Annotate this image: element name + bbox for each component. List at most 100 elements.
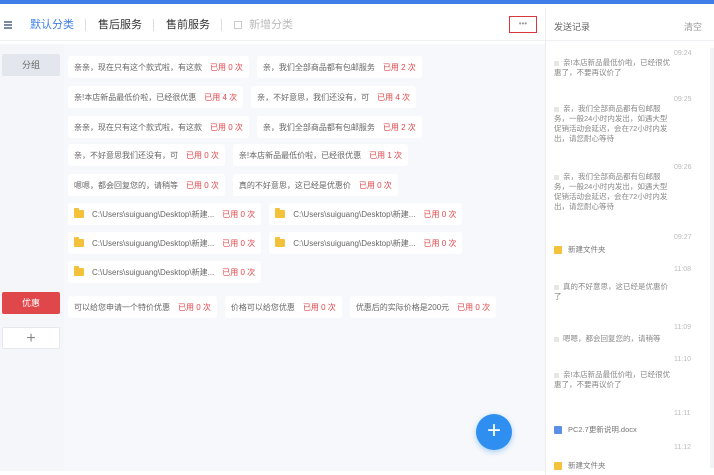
phrase-chip[interactable]: 价格可以给您优惠 已用 0 次 [224, 296, 342, 318]
tab-pre-sales[interactable]: 售前服务 [154, 15, 222, 35]
phrase-chip[interactable]: 嗯嗯，都会回复您的，请稍等 已用 0 次 [68, 174, 225, 196]
phrase-chip[interactable]: 优惠后的实际价格是200元 已用 0 次 [349, 296, 497, 318]
file-name: 新建文件夹 [568, 245, 606, 254]
folder-icon [74, 208, 84, 218]
phrase-text: 真的不好意思，这已经是优惠价 [238, 180, 351, 190]
phrase-text: 亲，我们全部商品都有包邮服务 [262, 62, 375, 72]
phrase-row: 亲，不好意思我们还没有，可 已用 0 次 亲!本店新品最低价啦，已经很优惠 已用 1… [68, 144, 409, 166]
history-message[interactable]: 亲!本店新品最低价啦，已经很优惠了，不要再议价了 [554, 58, 672, 78]
history-message[interactable]: 嗯嗯，都会回复您的，请稍等 [554, 334, 672, 344]
group-item-default[interactable]: 分组 [2, 54, 60, 76]
phrase-row: 亲亲，现在只有这个款式啦，有这款 已用 0 次 亲，我们全部商品都有包邮服务 已用 … [68, 56, 422, 78]
file-path: C:\Users\suiguang\Desktop\新建... [92, 238, 215, 248]
usage-count: 已用 0 次 [222, 209, 256, 219]
file-chip[interactable]: C:\Users\suiguang\Desktop\新建... 已用 0 次 [269, 203, 463, 225]
category-tabs: 默认分类 售后服务 售前服务 新增分类 [0, 12, 545, 38]
file-chip[interactable]: C:\Users\suiguang\Desktop\新建... 已用 0 次 [68, 232, 262, 254]
document-icon [554, 425, 562, 434]
phrase-chip[interactable]: 亲，我们全部商品都有包邮服务 已用 2 次 [256, 56, 422, 78]
clear-history-button[interactable]: 清空 [684, 20, 702, 33]
phrase-chip[interactable]: 可以给您申请一个特价优惠 已用 0 次 [68, 296, 217, 318]
more-options-button[interactable]: ••• [509, 16, 537, 33]
timestamp: 11:09 [674, 324, 691, 331]
file-row: C:\Users\suiguang\Desktop\新建... 已用 0 次 C:… [68, 232, 463, 254]
message-text: 嗯嗯，都会回复您的，请稍等 [563, 334, 661, 343]
tab-add-category[interactable]: 新增分类 [222, 15, 305, 35]
phrase-text: 可以给您申请一个特价优惠 [74, 302, 170, 312]
add-phrase-button[interactable]: + [476, 414, 512, 450]
history-message[interactable]: 亲，我们全部商品都有包邮服务，一般24小时内发出，如遇大型促销活动会延迟，会在7… [554, 104, 672, 144]
phrase-chip[interactable]: 亲，不好意思我们还没有，可 已用 0 次 [68, 144, 225, 166]
phrase-chip[interactable]: 亲，不好意思，我们还没有，可 已用 4 次 [251, 86, 417, 108]
file-path: C:\Users\suiguang\Desktop\新建... [293, 238, 416, 248]
phrase-chip[interactable]: 亲，我们全部商品都有包邮服务 已用 2 次 [256, 116, 422, 138]
usage-count: 已用 0 次 [302, 302, 336, 312]
folder-icon [74, 237, 84, 247]
history-message[interactable]: 亲!本店新品最低价啦，已经很优惠了，不要再议价了 [554, 370, 672, 390]
phrase-row: 亲亲，现在只有这个款式啦，有这款 已用 0 次 亲，我们全部商品都有包邮服务 已用 … [68, 116, 422, 138]
timestamp: 11:08 [674, 266, 691, 273]
message-icon [554, 336, 559, 342]
phrase-chip[interactable]: 真的不好意思，这已经是优惠价 已用 0 次 [232, 174, 398, 196]
file-chip[interactable]: C:\Users\suiguang\Desktop\新建... 已用 0 次 [269, 232, 463, 254]
message-text: 亲!本店新品最低价啦，已经很优惠了，不要再议价了 [554, 58, 671, 77]
timestamp: 11:12 [674, 444, 691, 451]
message-icon [554, 284, 559, 290]
message-text: 亲，我们全部商品都有包邮服务，一般24小时内发出，如遇大型促销活动会延迟，会在7… [554, 172, 668, 211]
phrase-text: 价格可以给您优惠 [230, 302, 295, 312]
folder-icon [275, 208, 286, 218]
message-text: 亲!本店新品最低价啦，已经很优惠了，不要再议价了 [554, 370, 671, 389]
send-history-title: 发送记录 [554, 22, 591, 32]
tab-after-sales[interactable]: 售后服务 [86, 15, 154, 35]
file-chip[interactable]: C:\Users\suiguang\Desktop\新建... 已用 0 次 [68, 261, 262, 283]
usage-count: 已用 2 次 [382, 122, 416, 132]
phrase-chip[interactable]: 亲亲，现在只有这个款式啦，有这款 已用 0 次 [68, 116, 249, 138]
file-chip[interactable]: C:\Users\suiguang\Desktop\新建... 已用 0 次 [68, 203, 262, 225]
phrase-text: 亲，不好意思，我们还没有，可 [257, 92, 370, 102]
usage-count: 已用 2 次 [382, 62, 416, 72]
history-file[interactable]: 新建文件夹 [554, 460, 606, 471]
timestamp: 09:24 [674, 50, 692, 57]
phrase-row: 嗯嗯，都会回复您的，请稍等 已用 0 次 真的不好意思，这已经是优惠价 已用 0 次 [68, 174, 398, 196]
phrase-text: 亲亲，现在只有这个款式啦，有这款 [74, 122, 202, 132]
usage-count: 已用 4 次 [204, 92, 238, 102]
timestamp: 11:10 [674, 356, 691, 363]
add-group-button[interactable]: + [2, 327, 60, 349]
phrase-text: 亲!本店新品最低价啦，已经很优惠 [238, 150, 362, 160]
quick-reply-app: 默认分类 售后服务 售前服务 新增分类 ••• 分组 优惠 + 亲亲，现在只有这… [0, 4, 714, 475]
panel-divider [546, 40, 714, 41]
file-row: C:\Users\suiguang\Desktop\新建... 已用 0 次 C:… [68, 203, 463, 225]
history-file[interactable]: 新建文件夹 [554, 244, 606, 255]
tab-default[interactable]: 默认分类 [18, 15, 86, 35]
folder-icon [554, 245, 562, 254]
phrase-text: 亲，不好意思我们还没有，可 [74, 150, 178, 160]
group-item-offers[interactable]: 优惠 [2, 292, 60, 314]
tab-label: 售后服务 [98, 19, 142, 31]
timestamp: 11:11 [674, 410, 691, 417]
usage-count: 已用 0 次 [178, 302, 211, 312]
history-message[interactable]: 真的不好意思，这已经是优惠价了 [554, 282, 672, 302]
offer-row: 可以给您申请一个特价优惠 已用 0 次 价格可以给您优惠 已用 0 次 优惠后的实际… [68, 296, 497, 318]
usage-count: 已用 0 次 [222, 267, 256, 277]
usage-count: 已用 0 次 [210, 62, 243, 72]
phrase-chip[interactable]: 亲!本店新品最低价啦，已经很优惠 已用 1 次 [232, 144, 409, 166]
file-path: C:\Users\suiguang\Desktop\新建... [92, 209, 215, 219]
timestamp: 09:25 [674, 96, 692, 103]
message-text: 真的不好意思，这已经是优惠价了 [554, 282, 668, 301]
history-message[interactable]: 亲，我们全部商品都有包邮服务，一般24小时内发出，如遇大型促销活动会延迟，会在7… [554, 172, 672, 212]
phrase-text: 亲，我们全部商品都有包邮服务 [262, 122, 375, 132]
phrase-chip[interactable]: 亲亲，现在只有这个款式啦，有这款 已用 0 次 [68, 56, 249, 78]
message-icon [554, 60, 559, 66]
history-file[interactable]: PC2.7更新说明.docx [554, 424, 637, 435]
group-sidebar: 分组 优惠 + [0, 44, 64, 471]
folder-icon [554, 461, 562, 470]
phrase-text: 嗯嗯，都会回复您的，请稍等 [74, 180, 178, 190]
usage-count: 已用 0 次 [210, 122, 243, 132]
folder-icon [74, 266, 84, 276]
usage-count: 已用 0 次 [457, 302, 491, 312]
add-category-icon [234, 21, 242, 30]
phrase-chip[interactable]: 亲!本店新品最低价啦，已经很优惠 已用 4 次 [68, 86, 244, 108]
menu-icon[interactable] [4, 21, 12, 29]
history-scrollbar[interactable] [710, 48, 714, 468]
file-name: PC2.7更新说明.docx [568, 425, 637, 434]
